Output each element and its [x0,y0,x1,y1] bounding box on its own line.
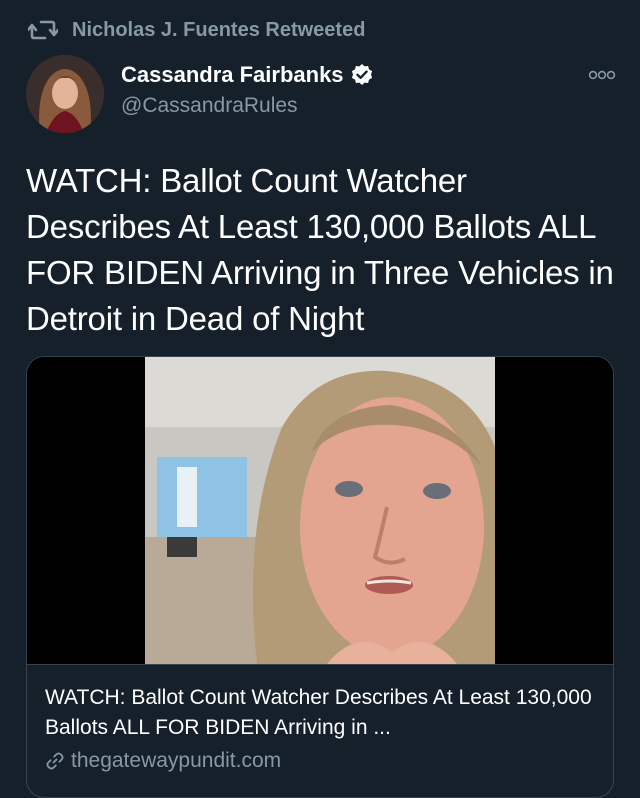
verified-badge-icon [350,63,374,87]
avatar[interactable] [26,55,104,133]
card-domain: thegatewaypundit.com [45,749,281,773]
author-name-text: Cassandra Fairbanks [121,62,344,87]
card-title: WATCH: Ballot Count Watcher Describes At… [45,686,592,739]
tweet-text: WATCH: Ballot Count Watcher Describes At… [26,162,614,337]
card-domain-text: thegatewaypundit.com [71,749,282,772]
link-card[interactable]: WATCH: Ballot Count Watcher Describes At… [26,356,614,798]
more-options-button[interactable] [586,64,618,86]
more-dots-icon [588,70,616,80]
card-video-thumbnail[interactable] [27,357,613,664]
social-context-text: Nicholas J. Fuentes Retweeted [72,18,366,41]
author-handle[interactable]: @CassandraRules [121,94,298,118]
card-body[interactable]: WATCH: Ballot Count Watcher Describes At… [27,664,613,772]
retweet-icon [28,19,58,41]
link-icon [45,751,65,771]
social-context[interactable]: Nicholas J. Fuentes Retweeted [28,14,365,46]
author-name[interactable]: Cassandra Fairbanks [121,62,374,88]
